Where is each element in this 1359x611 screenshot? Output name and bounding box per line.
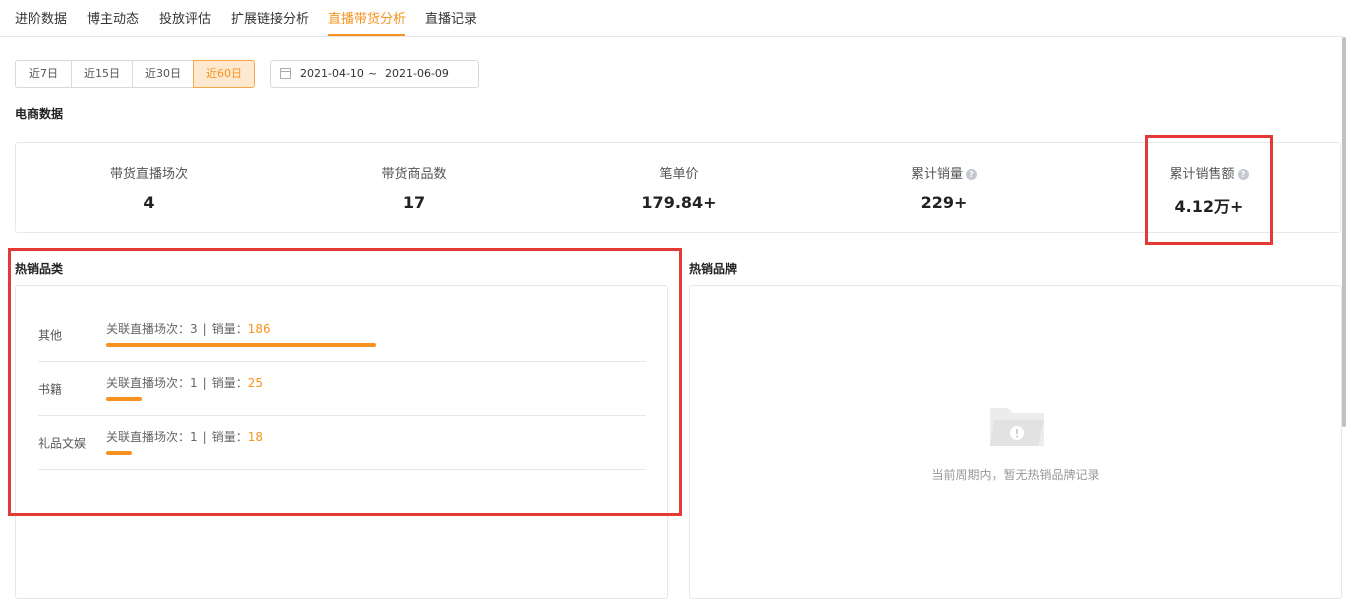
- stat-value: 229+: [920, 193, 968, 212]
- stat-value: 4.12万+: [1174, 197, 1244, 216]
- stat-label-text: 累计销售额: [1169, 167, 1235, 182]
- date-start: 2021-04-10: [300, 67, 364, 80]
- help-icon[interactable]: ?: [1237, 169, 1249, 180]
- ecommerce-stats-panel: 带货直播场次 4 带货商品数 17 笔单价 179.84+ 累计销量? 229+…: [15, 142, 1341, 233]
- tab-bar: 进阶数据 博主动态 投放评估 扩展链接分析 直播带货分析 直播记录: [0, 0, 1343, 37]
- category-name: 其他: [38, 328, 63, 343]
- sales-value: 186: [247, 322, 271, 336]
- sessions-label: 关联直播场次：: [106, 430, 191, 444]
- tab-placement-evaluation[interactable]: 投放评估: [159, 8, 211, 27]
- info-separator: |: [202, 376, 207, 390]
- date-end: 2021-06-09: [385, 67, 449, 80]
- period-60-days-button[interactable]: 近60日: [193, 60, 255, 88]
- stat-product-count: 带货商品数 17: [304, 163, 524, 212]
- tab-advanced-data[interactable]: 进阶数据: [15, 8, 67, 27]
- stat-value: 4: [143, 193, 155, 212]
- sessions-value: 1: [190, 430, 198, 444]
- hot-categories-panel: 其他 关联直播场次：3 | 销量：186 书籍 关联直播场次：1 | 销量：25 礼品文娱 关联直…: [15, 285, 668, 599]
- period-selector: 近7日 近15日 近30日 近60日: [15, 60, 255, 88]
- sales-value: 25: [247, 376, 263, 390]
- period-30-days-button[interactable]: 近30日: [132, 60, 194, 88]
- sessions-label: 关联直播场次：: [106, 322, 191, 336]
- category-info: 关联直播场次：3 | 销量：186: [106, 320, 271, 337]
- empty-folder-icon: [990, 408, 1044, 446]
- sales-bar: [106, 343, 376, 347]
- category-info: 关联直播场次：1 | 销量：18: [106, 428, 263, 445]
- stat-total-sales-volume: 累计销量? 229+: [834, 163, 1054, 212]
- stat-label: 带货直播场次: [109, 167, 188, 182]
- scrollbar-thumb[interactable]: [1342, 37, 1346, 427]
- stat-label: 累计销量?: [834, 163, 1054, 182]
- sessions-value: 3: [190, 322, 198, 336]
- category-info: 关联直播场次：1 | 销量：25: [106, 374, 263, 391]
- hot-brands-panel: 当前周期内，暂无热销品牌记录: [689, 285, 1342, 599]
- period-7-days-button[interactable]: 近7日: [15, 60, 72, 88]
- sales-bar: [106, 397, 142, 401]
- stat-total-sales-amount: 累计销售额? 4.12万+: [1099, 163, 1319, 217]
- sales-value: 18: [247, 430, 263, 444]
- sales-label: 销量：: [211, 376, 248, 390]
- category-row: 礼品文娱 关联直播场次：1 | 销量：18: [38, 416, 646, 470]
- stat-value: 179.84+: [641, 193, 717, 212]
- category-name: 书籍: [38, 382, 63, 397]
- category-row: 书籍 关联直播场次：1 | 销量：25: [38, 362, 646, 416]
- tab-link-analysis[interactable]: 扩展链接分析: [231, 8, 309, 27]
- stat-unit-price: 笔单价 179.84+: [569, 163, 789, 212]
- hot-brands-title: 热销品牌: [689, 262, 738, 276]
- tab-live-commerce-analysis[interactable]: 直播带货分析: [328, 8, 406, 27]
- stat-live-sessions: 带货直播场次 4: [39, 163, 259, 212]
- stat-value: 17: [402, 193, 426, 212]
- info-separator: |: [202, 430, 207, 444]
- stat-label: 笔单价: [659, 167, 699, 182]
- date-range-picker[interactable]: 2021-04-10 ~ 2021-06-09: [270, 60, 479, 88]
- tab-blogger-updates[interactable]: 博主动态: [87, 8, 139, 27]
- help-icon[interactable]: ?: [966, 169, 977, 180]
- tab-live-records[interactable]: 直播记录: [425, 8, 477, 27]
- sessions-value: 1: [190, 376, 198, 390]
- hot-categories-title: 热销品类: [15, 262, 64, 276]
- period-15-days-button[interactable]: 近15日: [71, 60, 133, 88]
- empty-state-message: 当前周期内，暂无热销品牌记录: [931, 468, 1100, 482]
- stat-label-text: 累计销量: [910, 167, 963, 182]
- active-tab-indicator: [328, 34, 405, 36]
- category-name: 礼品文娱: [38, 436, 87, 451]
- calendar-icon: [280, 68, 291, 79]
- sales-label: 销量：: [211, 322, 248, 336]
- stat-label: 累计销售额?: [1099, 163, 1319, 182]
- info-separator: |: [202, 322, 207, 336]
- sessions-label: 关联直播场次：: [106, 376, 191, 390]
- sales-label: 销量：: [211, 430, 248, 444]
- stat-label: 带货商品数: [381, 167, 447, 182]
- sales-bar: [106, 451, 132, 455]
- category-row: 其他 关联直播场次：3 | 销量：186: [38, 308, 646, 362]
- date-separator: ~: [368, 67, 378, 80]
- ecommerce-section-title: 电商数据: [15, 107, 64, 121]
